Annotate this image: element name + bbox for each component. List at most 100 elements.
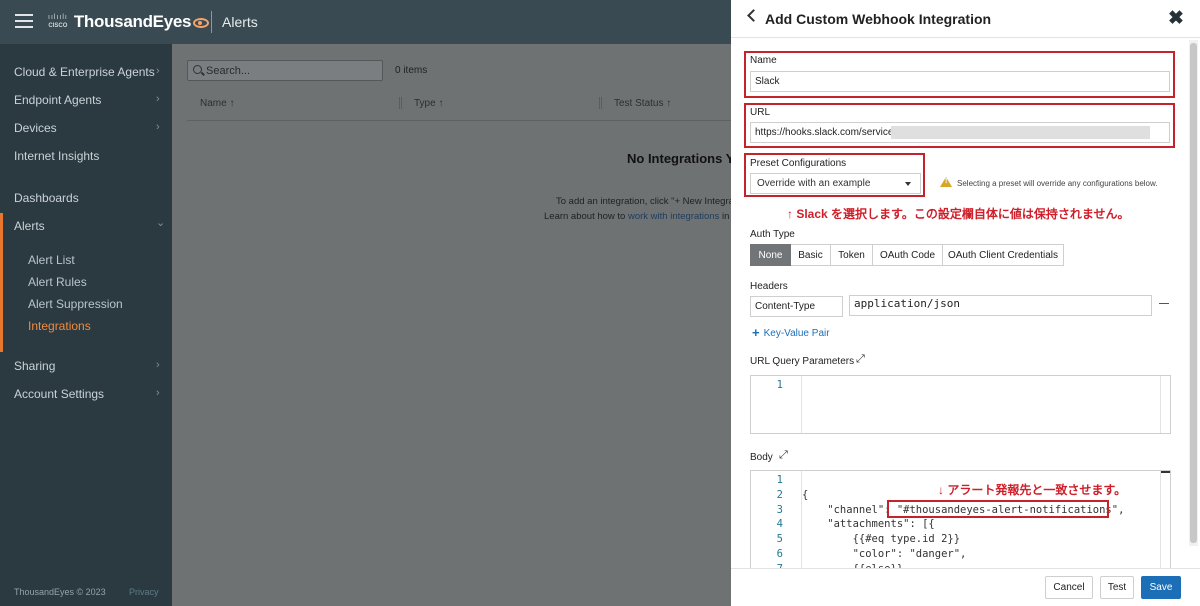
table-header-divider	[187, 120, 731, 121]
search-icon	[193, 65, 202, 74]
line-number: 1	[776, 474, 783, 486]
menu-icon[interactable]	[15, 14, 33, 28]
work-with-integrations-link[interactable]: work with integrations	[628, 211, 719, 222]
add-webhook-panel: Add Custom Webhook Integration ✖ Name Sl…	[731, 0, 1200, 606]
sidebar-subitem-alert-rules[interactable]: Alert Rules	[28, 275, 87, 289]
auth-option-token[interactable]: Token	[831, 244, 873, 266]
cancel-button[interactable]: Cancel	[1045, 576, 1093, 599]
test-button[interactable]: Test	[1100, 576, 1134, 599]
back-arrow-icon[interactable]	[747, 9, 760, 22]
warning-icon	[940, 177, 952, 187]
header-key-field[interactable]: Content-Type	[750, 296, 843, 317]
sidebar-item-internet-insights[interactable]: Internet Insights	[14, 149, 99, 163]
editor-scroll-thumb[interactable]	[1161, 471, 1170, 473]
save-button[interactable]: Save	[1141, 576, 1181, 599]
sidebar-subitem-alert-suppression[interactable]: Alert Suppression	[28, 297, 123, 311]
expand-icon[interactable]: ⤢	[856, 353, 865, 366]
sidebar-item-endpoint-agents[interactable]: Endpoint Agents	[14, 93, 101, 107]
chevron-down-icon: ⌄	[156, 217, 166, 229]
remove-header-icon[interactable]	[1159, 303, 1169, 304]
editor-gutter	[801, 376, 802, 433]
cisco-logo: ıılıılı CISCO	[48, 14, 68, 29]
close-icon[interactable]: ✖	[1168, 7, 1184, 30]
name-label: Name	[750, 55, 777, 66]
name-field[interactable]: Slack	[750, 71, 1170, 92]
copyright: ThousandEyes © 2023	[14, 587, 106, 597]
expand-icon[interactable]: ⤢	[779, 449, 788, 462]
chevron-right-icon: ›	[156, 121, 160, 133]
column-header-test-status[interactable]: Test Status ↑	[614, 98, 671, 109]
auth-type-selector: None Basic Token OAuth Code OAuth Client…	[750, 244, 1064, 266]
divider	[211, 11, 212, 33]
code-line: {{#eq type.id 2}}	[802, 533, 961, 546]
redacted-area	[891, 126, 1150, 139]
line-number: 3	[776, 503, 783, 516]
auth-type-label: Auth Type	[750, 229, 795, 240]
code-line: "attachments": [{	[802, 518, 935, 531]
line-number: 6	[776, 548, 783, 560]
search-input[interactable]: Search...	[187, 60, 383, 81]
panel-header: Add Custom Webhook Integration ✖	[731, 0, 1200, 38]
empty-state-title: No Integrations Yo	[627, 151, 742, 166]
annotation-channel: ↓ アラート発報先と一致させます。	[938, 483, 1127, 497]
panel-title: Add Custom Webhook Integration	[765, 11, 992, 27]
empty-state-help: Learn about how to work with integration…	[544, 211, 737, 222]
auth-option-oauth-code[interactable]: OAuth Code	[873, 244, 943, 266]
sidebar-item-devices[interactable]: Devices	[14, 121, 57, 135]
sidebar-subitem-alert-list[interactable]: Alert List	[28, 253, 75, 267]
chevron-right-icon: ›	[156, 93, 160, 105]
thousandeyes-logo[interactable]: ıılıılı CISCO ThousandEyes	[48, 12, 210, 32]
add-key-value-pair-link[interactable]: + Key-Value Pair	[752, 324, 830, 340]
preset-warning-text: Selecting a preset will override any con…	[957, 179, 1158, 188]
sidebar-item-sharing[interactable]: Sharing	[14, 359, 55, 373]
code-line: {	[802, 488, 809, 501]
section-title: Alerts	[222, 14, 258, 30]
eye-logo-icon	[193, 18, 210, 28]
plus-icon: +	[752, 325, 760, 340]
highlight-box	[887, 500, 1109, 518]
integrations-list: Search... 0 items Name ↑ Type ↑ Test Sta…	[172, 44, 741, 606]
line-number: 1	[776, 379, 783, 391]
editor-scroll-track	[1160, 471, 1161, 570]
url-label: URL	[750, 107, 771, 118]
code-line: "color": "danger",	[802, 548, 967, 560]
column-header-name[interactable]: Name ↑	[200, 98, 234, 109]
header-value-field[interactable]: application/json	[849, 295, 1152, 316]
sidebar-item-cloud-enterprise-agents[interactable]: Cloud & Enterprise Agents	[14, 65, 155, 79]
brand-name: ThousandEyes	[73, 12, 192, 31]
url-query-label: URL Query Parameters	[750, 356, 855, 367]
line-number: 5	[776, 533, 783, 546]
column-header-type[interactable]: Type ↑	[414, 98, 443, 109]
preset-label: Preset Configurations	[750, 158, 847, 169]
sidebar: Cloud & Enterprise Agents › Endpoint Age…	[0, 44, 172, 606]
body-label: Body	[750, 452, 773, 463]
column-resize-handle[interactable]	[599, 97, 602, 109]
search-placeholder: Search...	[206, 65, 251, 77]
chevron-right-icon: ›	[156, 65, 160, 77]
annotation-preset: ↑ Slack を選択します。この設定欄自体に値は保持されません。	[787, 207, 1130, 221]
privacy-link[interactable]: Privacy	[129, 587, 159, 597]
empty-state-text: To add an integration, click "+ New Inte…	[556, 196, 734, 207]
sidebar-subitem-integrations[interactable]: Integrations	[28, 319, 91, 333]
caret-down-icon	[905, 182, 911, 186]
top-bar: ıılıılı CISCO ThousandEyes Alerts	[0, 0, 731, 44]
items-count: 0 items	[395, 65, 428, 76]
line-number: 2	[776, 488, 783, 501]
column-resize-handle[interactable]	[399, 97, 402, 109]
headers-label: Headers	[750, 281, 788, 292]
editor-scroll-track	[1160, 376, 1161, 433]
sidebar-item-alerts[interactable]: Alerts	[14, 219, 45, 233]
auth-option-oauth-client-credentials[interactable]: OAuth Client Credentials	[943, 244, 1064, 266]
auth-option-basic[interactable]: Basic	[791, 244, 831, 266]
sidebar-item-account-settings[interactable]: Account Settings	[14, 387, 104, 401]
line-number: 4	[776, 518, 783, 531]
url-value: https://hooks.slack.com/services/	[755, 127, 902, 138]
scrollbar[interactable]	[1189, 40, 1198, 546]
preset-select[interactable]: Override with an example	[750, 173, 921, 194]
chevron-right-icon: ›	[156, 387, 160, 399]
sidebar-item-dashboards[interactable]: Dashboards	[14, 191, 79, 205]
url-query-editor[interactable]: 1	[750, 375, 1171, 434]
chevron-right-icon: ›	[156, 359, 160, 371]
auth-option-none[interactable]: None	[750, 244, 791, 266]
active-section-accent	[0, 213, 3, 352]
